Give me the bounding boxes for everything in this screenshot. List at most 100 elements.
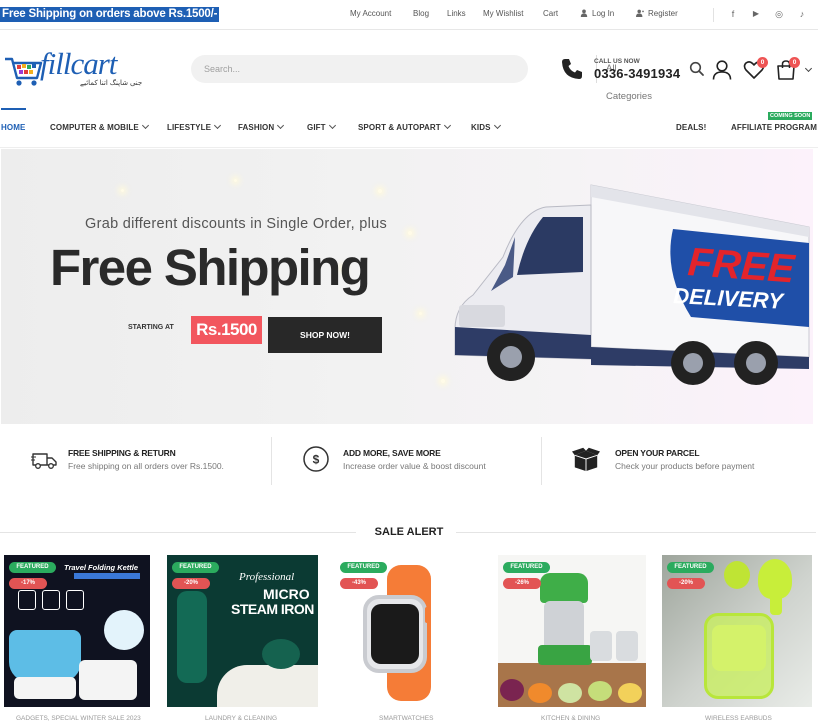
feature-desc: Increase order value & boost discount <box>343 461 486 471</box>
logo-tagline: جنی شاپنگ اتنا کمائیے <box>80 80 143 87</box>
nav-label: GIFT <box>307 123 326 132</box>
product-image-feature-icon <box>18 590 36 610</box>
product-image-text: Travel Folding Kettle <box>64 563 139 572</box>
cart-count-badge: 0 <box>789 57 800 68</box>
vegetable-image <box>558 683 582 703</box>
discount-badge: -43% <box>340 578 378 589</box>
nav-item-gift[interactable]: GIFT <box>307 121 336 132</box>
nav-label: KIDS <box>471 123 491 132</box>
nav-item-sport-autopart[interactable]: SPORT & AUTOPART <box>358 121 451 132</box>
nav-item-kids[interactable]: KIDS <box>471 121 501 132</box>
login-label: Log In <box>592 9 615 18</box>
product-badges: FEATURED -20% <box>667 562 714 589</box>
nav-item-lifestyle[interactable]: LIFESTYLE <box>167 121 222 132</box>
product-category[interactable]: GADGETS, SPECIAL WINTER SALE 2023 <box>16 715 141 722</box>
instagram-icon[interactable]: ◎ <box>773 8 785 20</box>
my-account-link[interactable]: My Account <box>350 9 391 18</box>
product-image-strip <box>74 573 140 579</box>
chevron-down-icon <box>328 121 336 130</box>
divider <box>713 8 714 22</box>
coming-soon-badge: COMING SOON <box>768 112 813 120</box>
search-icon[interactable] <box>689 61 705 77</box>
steamer-image <box>177 591 207 683</box>
earbud-image <box>724 561 750 589</box>
product-image-feature-icon <box>66 590 84 610</box>
steamer-head-image <box>262 639 300 669</box>
feature-free-shipping: FREE SHIPPING & RETURN Free shipping on … <box>31 440 261 485</box>
chevron-down-icon <box>141 121 149 130</box>
login-link[interactable]: Log In <box>580 9 614 18</box>
watch-button-image <box>425 607 431 623</box>
nav-item-deals[interactable]: DEALS! <box>676 123 706 132</box>
discount-badge: -26% <box>503 578 541 589</box>
youtube-icon[interactable]: ▶ <box>750 8 762 20</box>
nav-item-computer-mobile[interactable]: COMPUTER & MOBILE <box>50 121 149 132</box>
hero-banner[interactable]: Grab different discounts in Single Order… <box>1 149 813 424</box>
vegetable-image <box>618 683 642 703</box>
chevron-down-icon <box>277 121 285 130</box>
product-card[interactable]: Travel Folding Kettle FEATURED -17% <box>4 555 150 707</box>
kettle-image <box>9 630 81 682</box>
tiktok-icon[interactable]: ♪ <box>796 8 808 20</box>
product-category[interactable]: SMARTWATCHES <box>379 715 433 722</box>
user-plus-icon <box>636 9 644 17</box>
starting-at-label: STARTING AT <box>128 324 174 331</box>
product-badges: FEATURED -43% <box>340 562 387 589</box>
phone-number[interactable]: 0336-3491934 <box>594 66 680 81</box>
wishlist-count-badge: 0 <box>757 57 768 68</box>
product-image-text: MICRO <box>263 586 310 602</box>
feature-title: ADD MORE, SAVE MORE <box>343 448 441 458</box>
blog-link[interactable]: Blog <box>413 9 429 18</box>
feature-desc: Check your products before payment <box>615 461 755 471</box>
kettle-base-image <box>14 677 76 699</box>
banner-title: Free Shipping <box>50 239 371 296</box>
product-category[interactable]: KITCHEN & DINING <box>541 715 600 722</box>
site-logo[interactable]: fillcart جنی شاپنگ اتنا کمائیے <box>4 46 142 94</box>
cloth-image <box>217 665 318 707</box>
nav-item-fashion[interactable]: FASHION <box>238 121 285 132</box>
product-card[interactable]: FEATURED -26% <box>498 555 646 707</box>
chevron-down-icon <box>213 121 222 130</box>
my-wishlist-link[interactable]: My Wishlist <box>483 9 523 18</box>
nav-item-affiliate-program[interactable]: AFFILIATE PROGRAM <box>731 123 817 132</box>
earbud-stem-image <box>770 589 782 615</box>
nav-label: SPORT & AUTOPART <box>358 123 441 132</box>
facebook-icon[interactable]: f <box>727 8 739 20</box>
featured-badge: FEATURED <box>340 562 387 573</box>
sparkle <box>234 179 237 182</box>
shop-now-button[interactable]: SHOP NOW! <box>268 317 382 353</box>
box-icon <box>572 447 600 472</box>
divider <box>541 437 542 485</box>
search-input[interactable] <box>191 55 403 83</box>
discount-badge: -20% <box>172 578 210 589</box>
sparkle <box>441 379 445 383</box>
nav-label: COMPUTER & MOBILE <box>50 123 139 132</box>
banner-subtitle: Grab different discounts in Single Order… <box>85 216 388 232</box>
product-card[interactable]: FEATURED -43% <box>335 555 483 707</box>
discount-badge: -17% <box>9 578 47 589</box>
kettle-folded-image <box>79 660 137 700</box>
vegetable-image <box>588 681 612 701</box>
register-link[interactable]: Register <box>636 9 678 18</box>
chevron-down-icon <box>493 121 501 130</box>
cart-link[interactable]: Cart <box>543 9 558 18</box>
featured-badge: FEATURED <box>503 562 550 573</box>
account-icon[interactable] <box>711 59 733 81</box>
nav-label: LIFESTYLE <box>167 123 212 132</box>
sparkle <box>408 231 412 235</box>
price-tag: Rs.1500 <box>191 316 262 344</box>
product-category[interactable]: WIRELESS EARBUDS <box>705 715 772 722</box>
grater-base-image <box>538 645 592 665</box>
chevron-down-icon[interactable] <box>804 64 813 73</box>
product-card[interactable]: FEATURED -20% <box>662 555 812 707</box>
product-image-feature-icon <box>42 590 60 610</box>
product-card[interactable]: Professional MICRO STEAM IRON FEATURED -… <box>167 555 318 707</box>
main-nav: HOME COMPUTER & MOBILE LIFESTYLE FASHION… <box>0 108 818 148</box>
search-bar: All Categories <box>191 55 704 102</box>
featured-badge: FEATURED <box>9 562 56 573</box>
sparkle <box>378 189 382 193</box>
nav-item-home[interactable]: HOME <box>1 123 25 132</box>
links-link[interactable]: Links <box>447 9 466 18</box>
product-category[interactable]: LAUNDRY & CLEANING <box>205 715 277 722</box>
chevron-down-icon <box>443 121 451 130</box>
